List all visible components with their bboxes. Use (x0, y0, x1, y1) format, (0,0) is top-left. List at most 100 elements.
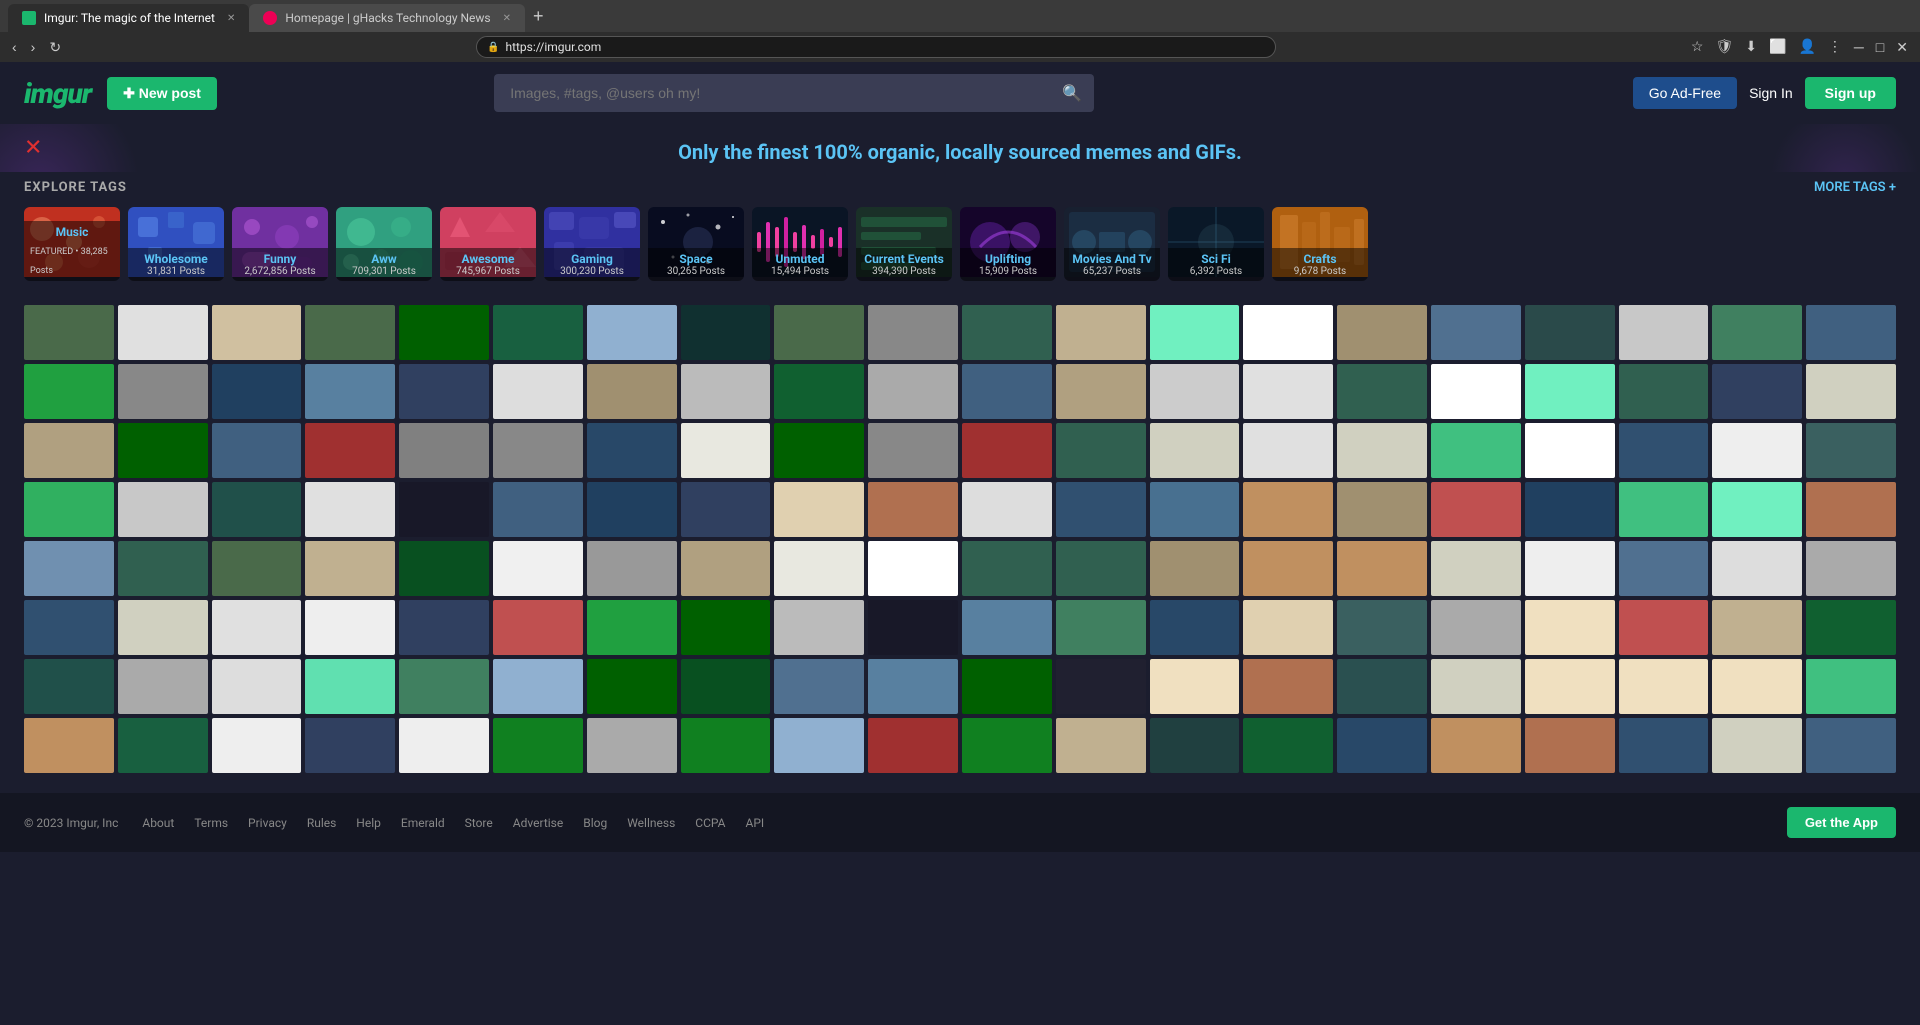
mosaic-cell[interactable] (305, 305, 395, 360)
mosaic-cell[interactable] (24, 659, 114, 714)
mosaic-cell[interactable] (1525, 659, 1615, 714)
mosaic-cell[interactable] (1431, 541, 1521, 596)
mosaic-cell[interactable] (24, 423, 114, 478)
mosaic-cell[interactable] (681, 364, 771, 419)
search-input[interactable] (494, 74, 1094, 112)
mosaic-cell[interactable] (587, 423, 677, 478)
mosaic-cell[interactable] (681, 423, 771, 478)
mosaic-cell[interactable] (305, 423, 395, 478)
mosaic-cell[interactable] (1806, 364, 1896, 419)
mosaic-cell[interactable] (587, 718, 677, 773)
mosaic-cell[interactable] (1150, 305, 1240, 360)
mosaic-cell[interactable] (118, 659, 208, 714)
mosaic-cell[interactable] (1337, 600, 1427, 655)
tag-card-crafts[interactable]: Crafts 9,678 Posts (1272, 207, 1368, 281)
footer-link-emerald[interactable]: Emerald (401, 816, 445, 830)
address-bar[interactable]: 🔒 https://imgur.com (476, 36, 1276, 58)
mosaic-cell[interactable] (681, 659, 771, 714)
tab-close-imgur[interactable]: ✕ (227, 13, 235, 24)
reload-button[interactable]: ↻ (45, 37, 65, 58)
mosaic-cell[interactable] (1806, 423, 1896, 478)
footer-link-about[interactable]: About (142, 816, 174, 830)
mosaic-cell[interactable] (1619, 364, 1709, 419)
mosaic-cell[interactable] (1431, 600, 1521, 655)
mosaic-cell[interactable] (1806, 305, 1896, 360)
mosaic-cell[interactable] (1243, 600, 1333, 655)
mosaic-cell[interactable] (681, 482, 771, 537)
mosaic-cell[interactable] (1806, 541, 1896, 596)
tab-close-ghacks[interactable]: ✕ (503, 13, 511, 24)
mosaic-cell[interactable] (1619, 718, 1709, 773)
mosaic-cell[interactable] (1806, 718, 1896, 773)
mosaic-cell[interactable] (1525, 541, 1615, 596)
minimize-button[interactable]: ─ (1850, 37, 1868, 57)
mosaic-cell[interactable] (212, 659, 302, 714)
footer-link-store[interactable]: Store (465, 816, 493, 830)
mosaic-cell[interactable] (1337, 541, 1427, 596)
tag-card-uplifting[interactable]: Uplifting 15,909 Posts (960, 207, 1056, 281)
mosaic-cell[interactable] (493, 718, 583, 773)
footer-link-privacy[interactable]: Privacy (248, 816, 287, 830)
mosaic-cell[interactable] (1243, 305, 1333, 360)
imgur-logo[interactable]: imgur (24, 77, 91, 110)
mosaic-cell[interactable] (24, 364, 114, 419)
mosaic-cell[interactable] (1431, 423, 1521, 478)
mosaic-cell[interactable] (212, 541, 302, 596)
mosaic-cell[interactable] (1150, 541, 1240, 596)
tag-card-music[interactable]: Music FEATURED • 38,285 Posts (24, 207, 120, 281)
mosaic-cell[interactable] (868, 305, 958, 360)
menu-icon[interactable]: ⋮ (1824, 37, 1846, 57)
close-hero-icon[interactable]: ✕ (24, 136, 42, 161)
mosaic-cell[interactable] (1056, 423, 1146, 478)
mosaic-cell[interactable] (212, 482, 302, 537)
go-ad-free-button[interactable]: Go Ad-Free (1633, 77, 1737, 109)
mosaic-cell[interactable] (24, 541, 114, 596)
mosaic-cell[interactable] (1712, 659, 1802, 714)
mosaic-cell[interactable] (1712, 482, 1802, 537)
mosaic-cell[interactable] (399, 364, 489, 419)
mosaic-cell[interactable] (24, 305, 114, 360)
tag-card-movies[interactable]: Movies And Tv 65,237 Posts (1064, 207, 1160, 281)
mosaic-cell[interactable] (868, 541, 958, 596)
mosaic-cell[interactable] (1243, 423, 1333, 478)
mosaic-cell[interactable] (1056, 541, 1146, 596)
new-tab-button[interactable]: + (529, 6, 548, 27)
tag-card-space[interactable]: Space 30,265 Posts (648, 207, 744, 281)
mosaic-cell[interactable] (962, 600, 1052, 655)
mosaic-cell[interactable] (962, 423, 1052, 478)
mosaic-cell[interactable] (212, 600, 302, 655)
bookmark-icon[interactable]: ☆ (1687, 37, 1708, 57)
mosaic-cell[interactable] (868, 423, 958, 478)
mosaic-cell[interactable] (1337, 364, 1427, 419)
mosaic-cell[interactable] (1150, 423, 1240, 478)
mosaic-cell[interactable] (1056, 600, 1146, 655)
mosaic-cell[interactable] (1712, 541, 1802, 596)
shield-icon[interactable]: 🛡 (1711, 37, 1737, 57)
footer-link-api[interactable]: API (745, 816, 764, 830)
mosaic-cell[interactable] (868, 482, 958, 537)
footer-link-ccpa[interactable]: CCPA (695, 816, 725, 830)
mosaic-cell[interactable] (681, 718, 771, 773)
mosaic-cell[interactable] (1337, 423, 1427, 478)
tag-card-scifi[interactable]: Sci Fi 6,392 Posts (1168, 207, 1264, 281)
mosaic-cell[interactable] (1525, 305, 1615, 360)
mosaic-cell[interactable] (962, 364, 1052, 419)
mosaic-cell[interactable] (681, 600, 771, 655)
mosaic-cell[interactable] (868, 600, 958, 655)
mosaic-cell[interactable] (493, 600, 583, 655)
mosaic-cell[interactable] (118, 364, 208, 419)
close-window-button[interactable]: ✕ (1892, 37, 1912, 58)
mosaic-cell[interactable] (1337, 305, 1427, 360)
mosaic-cell[interactable] (399, 600, 489, 655)
footer-link-blog[interactable]: Blog (583, 816, 607, 830)
tag-card-awesome[interactable]: Awesome 745,967 Posts (440, 207, 536, 281)
mosaic-cell[interactable] (1525, 718, 1615, 773)
download-icon[interactable]: ⬇ (1741, 37, 1761, 57)
mosaic-cell[interactable] (587, 600, 677, 655)
mosaic-cell[interactable] (774, 423, 864, 478)
forward-button[interactable]: › (27, 37, 40, 57)
mosaic-cell[interactable] (1150, 600, 1240, 655)
mosaic-cell[interactable] (1243, 541, 1333, 596)
mosaic-cell[interactable] (399, 423, 489, 478)
mosaic-cell[interactable] (399, 659, 489, 714)
